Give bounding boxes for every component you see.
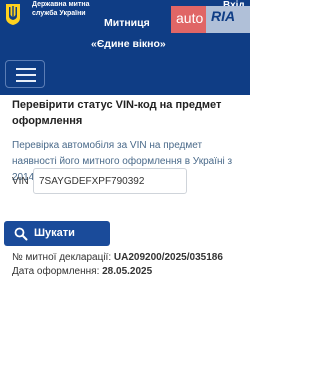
declaration-value: UA209200/2025/035186 (113, 252, 223, 263)
search-button[interactable]: Шукати (4, 221, 110, 246)
date-row: Дата оформлення: 28.05.2025 (12, 266, 152, 277)
search-button-label: Шукати (34, 227, 75, 239)
menu-button[interactable] (5, 60, 45, 88)
trident-emblem-icon (6, 4, 20, 25)
search-icon (14, 227, 28, 241)
declaration-label: № митної декларації: (12, 252, 112, 263)
vin-input[interactable] (33, 168, 187, 194)
date-value: 28.05.2025 (102, 266, 153, 277)
declaration-row: № митної декларації: UA209200/2025/03518… (12, 252, 223, 263)
vin-label: VIN (12, 176, 29, 187)
autoria-ria-text: RIA (211, 8, 236, 24)
autoria-auto-text: auto (176, 10, 204, 26)
autoria-logo[interactable]: auto RIA (171, 6, 250, 33)
site-title-line1: Митниця (104, 17, 150, 29)
date-label: Дата оформлення: (12, 266, 100, 277)
page-title: Перевірити статус VIN-код на предмет офо… (12, 99, 222, 127)
service-name: Державна митна служба України (32, 1, 90, 17)
site-title-line2: «Єдине вікно» (91, 38, 166, 50)
header: Державна митна служба України Вхід auto … (0, 0, 250, 95)
